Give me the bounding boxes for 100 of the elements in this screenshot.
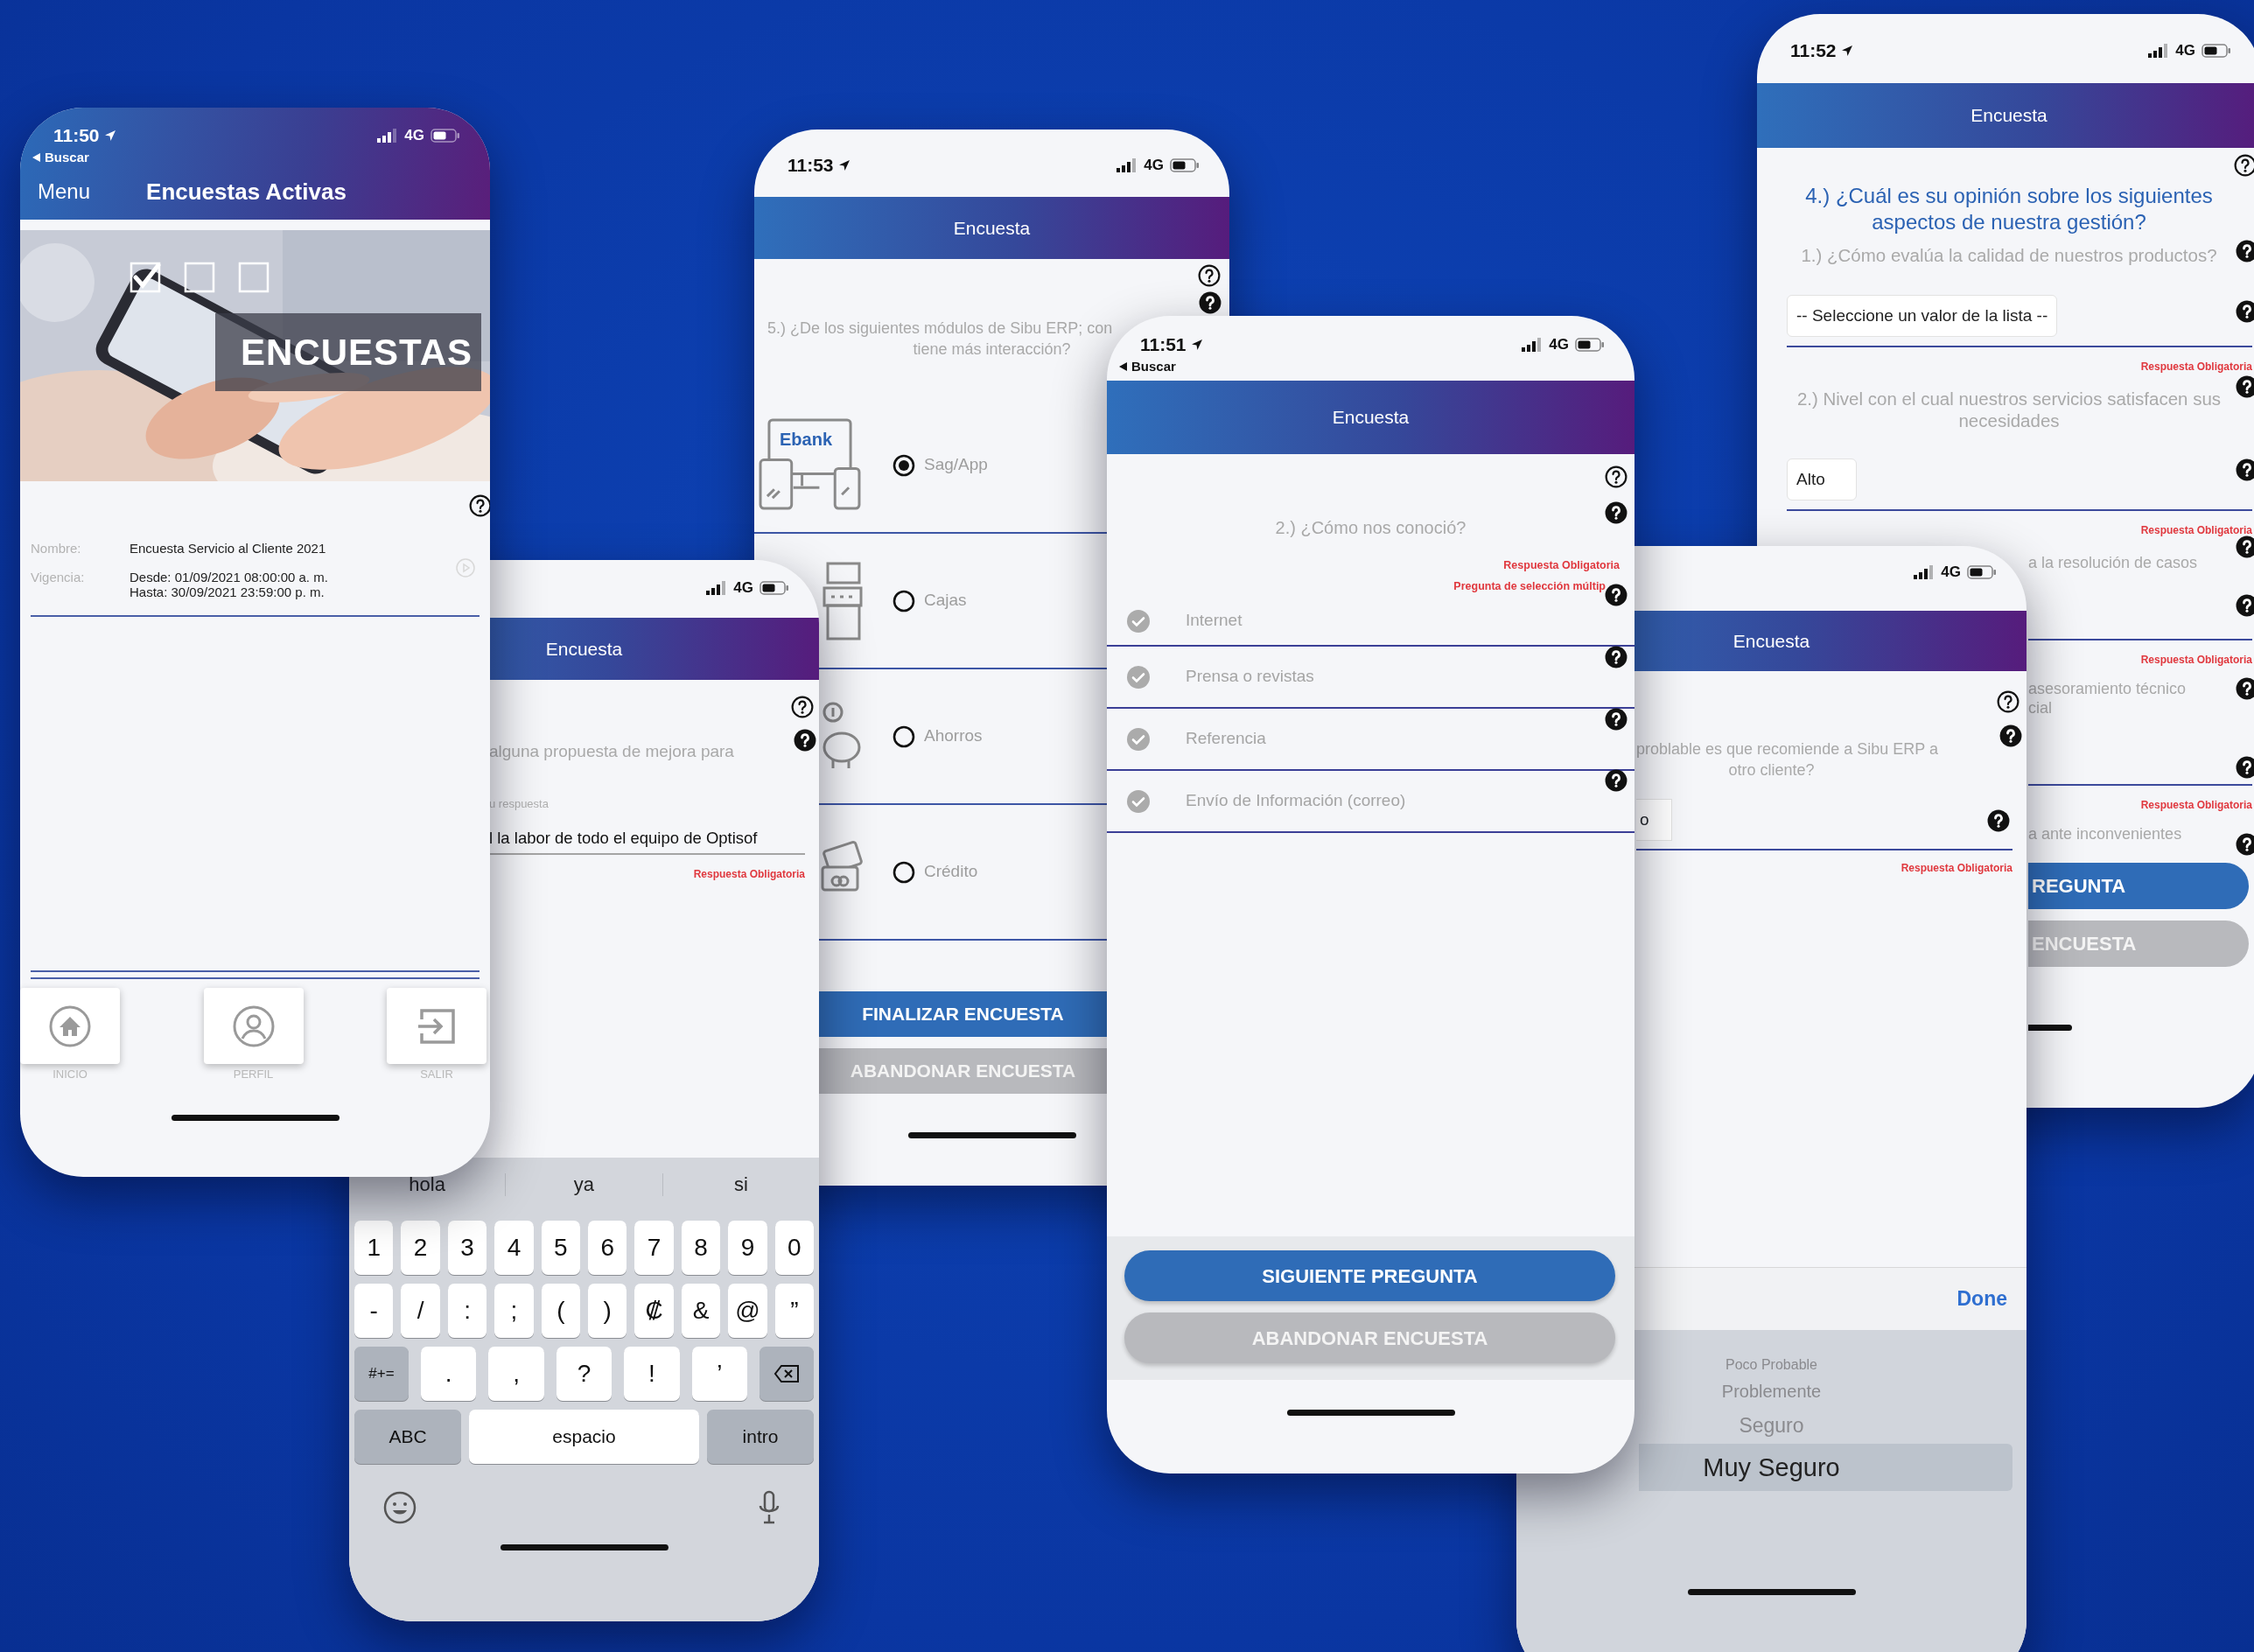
help-icon[interactable]	[1199, 291, 1222, 314]
required-note: Respuesta Obligatoria	[1502, 558, 1620, 573]
key[interactable]: ”	[774, 1284, 815, 1338]
nav-button[interactable]	[387, 988, 486, 1064]
help-icon[interactable]	[2236, 458, 2254, 481]
screen-title: Encuesta	[1332, 406, 1410, 430]
suggestion-button[interactable]: hola	[409, 1173, 445, 1196]
check-icon[interactable]	[1126, 664, 1151, 690]
space-key[interactable]: espacio	[469, 1410, 699, 1464]
help-icon[interactable]	[2236, 594, 2254, 617]
help-icon[interactable]	[1605, 708, 1628, 731]
key[interactable]: 7	[634, 1221, 674, 1275]
key[interactable]: -	[354, 1284, 394, 1338]
help-icon[interactable]	[1605, 501, 1628, 524]
key[interactable]: 9	[728, 1221, 767, 1275]
key[interactable]: 3	[447, 1221, 487, 1275]
select-field[interactable]: Alto	[1787, 458, 1857, 500]
key[interactable]: ;	[494, 1284, 534, 1338]
help-icon[interactable]	[2236, 536, 2254, 558]
nav-label: INICIO	[52, 1068, 88, 1082]
survey-button[interactable]: FINALIZAR ENCUESTA	[819, 991, 1107, 1037]
key[interactable]: ’	[691, 1347, 748, 1401]
suggestion-button[interactable]: si	[733, 1173, 748, 1196]
check-icon[interactable]	[1126, 726, 1151, 752]
help-icon[interactable]	[1997, 690, 2020, 713]
network-label: 4G	[733, 578, 753, 598]
survey-button[interactable]: REGUNTA	[2028, 863, 2249, 909]
help-icon[interactable]	[2234, 154, 2254, 177]
check-icon[interactable]	[1126, 608, 1151, 634]
key[interactable]: 5	[541, 1221, 581, 1275]
select-field[interactable]: -- Seleccione un valor de la lista --	[1787, 295, 2058, 337]
radio-button[interactable]	[892, 453, 915, 477]
delete-key[interactable]	[760, 1347, 815, 1401]
field-label: u respuesta	[489, 797, 550, 811]
help-icon[interactable]	[794, 729, 816, 752]
answer-field[interactable]: o	[1636, 799, 1672, 841]
suggestion-button[interactable]: ya	[573, 1173, 595, 1196]
help-icon[interactable]	[2236, 756, 2254, 779]
signal-icon	[1522, 338, 1544, 352]
help-icon[interactable]	[1987, 809, 2010, 832]
key[interactable]: !	[624, 1347, 680, 1401]
key[interactable]: ?	[556, 1347, 612, 1401]
radio-button[interactable]	[892, 589, 915, 612]
help-icon[interactable]	[1999, 724, 2022, 747]
menu-link[interactable]: Menu	[38, 176, 91, 207]
question-text: problable es que recomiende a Sibu ERP a	[1635, 739, 1939, 760]
help-icon[interactable]	[1198, 264, 1221, 287]
help-icon[interactable]	[1605, 769, 1628, 792]
key[interactable]: 6	[588, 1221, 627, 1275]
radio-button[interactable]	[892, 860, 915, 884]
backspace-icon	[774, 1364, 801, 1383]
help-icon[interactable]	[2236, 677, 2254, 700]
key[interactable]: /	[401, 1284, 440, 1338]
survey-button[interactable]: SIGUIENTE PREGUNTA	[1124, 1250, 1615, 1301]
key[interactable]: ABC	[354, 1410, 461, 1464]
back-link[interactable]: Buscar	[1119, 359, 1203, 374]
battery-icon	[1170, 158, 1200, 172]
key[interactable]: 8	[681, 1221, 721, 1275]
key[interactable]: #+=	[354, 1347, 409, 1401]
radio-button[interactable]	[892, 724, 915, 748]
help-icon[interactable]	[2236, 375, 2254, 398]
battery-icon	[430, 129, 460, 143]
help-icon[interactable]	[1605, 584, 1628, 606]
key[interactable]: 4	[494, 1221, 534, 1275]
microphone-icon[interactable]	[758, 1490, 780, 1525]
key[interactable]: intro	[707, 1410, 814, 1464]
question-text: alguna propuesta de mejora para	[489, 742, 735, 761]
key[interactable]: @	[728, 1284, 767, 1338]
clock-time: 11:50	[53, 125, 100, 146]
help-icon[interactable]	[791, 696, 814, 718]
emoji-icon[interactable]	[382, 1490, 417, 1525]
nav-button[interactable]	[203, 988, 304, 1064]
key[interactable]: ,	[488, 1347, 544, 1401]
answer-field[interactable]: l la labor de todo el equipo de Optisof	[489, 827, 805, 855]
option-label: Sag/App	[924, 454, 988, 476]
key[interactable]: )	[588, 1284, 627, 1338]
back-link[interactable]: Buscar	[32, 150, 116, 165]
detail-label: Nombre:	[31, 541, 82, 556]
key[interactable]: (	[541, 1284, 581, 1338]
key[interactable]: 2	[401, 1221, 440, 1275]
help-icon[interactable]	[2236, 300, 2254, 323]
done-button[interactable]: Done	[1956, 1284, 2007, 1314]
key[interactable]: 1	[354, 1221, 394, 1275]
help-icon[interactable]	[2236, 240, 2254, 262]
help-icon[interactable]	[1605, 646, 1628, 668]
home-indicator	[2028, 1025, 2072, 1031]
help-icon[interactable]	[469, 494, 490, 517]
key[interactable]: ₡	[634, 1284, 674, 1338]
nav-button[interactable]	[20, 988, 120, 1064]
banner-title: ENCUESTAS	[241, 331, 472, 374]
key[interactable]: 0	[774, 1221, 815, 1275]
battery-icon	[760, 581, 789, 595]
key[interactable]: .	[421, 1347, 477, 1401]
help-icon[interactable]	[1605, 466, 1628, 488]
key[interactable]: :	[447, 1284, 487, 1338]
devices-icon	[759, 418, 863, 512]
check-icon[interactable]	[1126, 788, 1151, 814]
detail-value: Encuesta Servicio al Cliente 2021	[130, 541, 326, 556]
help-icon[interactable]	[2236, 833, 2254, 856]
key[interactable]: &	[681, 1284, 721, 1338]
